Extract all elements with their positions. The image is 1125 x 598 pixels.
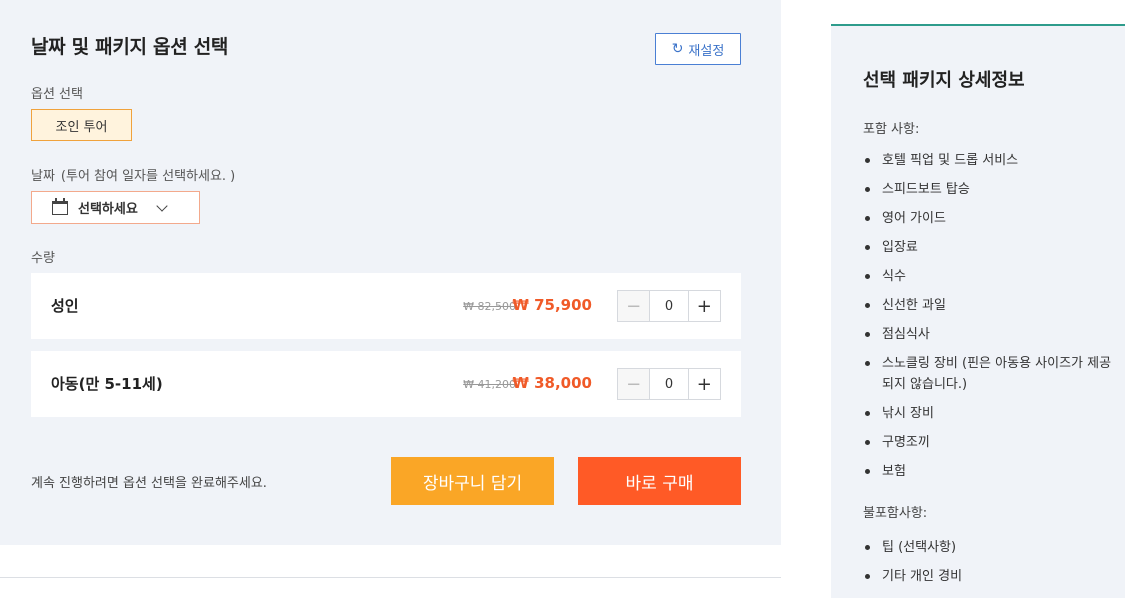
quantity-value[interactable]: 0 — [649, 369, 689, 399]
list-item: 식수 — [863, 266, 1113, 287]
list-item: 스피드보트 탑승 — [863, 179, 1113, 200]
booking-page: 날짜 및 패키지 옵션 선택 ↻ 재설정 옵션 선택 조인 투어 날짜 (투어 참… — [0, 0, 1125, 598]
excluded-list: 팁 (선택사항) 기타 개인 경비 — [863, 537, 1113, 595]
reset-button[interactable]: ↻ 재설정 — [655, 33, 741, 65]
panel-title: 날짜 및 패키지 옵션 선택 — [31, 36, 229, 58]
original-price: ₩ 82,500 — [463, 300, 516, 313]
included-list: 호텔 픽업 및 드롭 서비스 스피드보트 탑승 영어 가이드 입장료 식수 신선… — [863, 150, 1113, 490]
chevron-down-icon — [156, 199, 168, 212]
date-label: 날짜 (투어 참여 일자를 선택하세요. ) — [31, 165, 235, 184]
decrement-button[interactable]: − — [618, 369, 650, 399]
date-placeholder: 선택하세요 — [78, 202, 138, 217]
list-item: 구명조끼 — [863, 432, 1113, 453]
add-to-cart-button[interactable]: 장바구니 담기 — [391, 457, 554, 505]
original-price: ₩ 41,200 — [463, 378, 516, 391]
refresh-icon: ↻ — [671, 41, 684, 57]
quantity-stepper-child: − 0 + — [617, 368, 721, 400]
list-item: 신선한 과일 — [863, 295, 1113, 316]
increment-button[interactable]: + — [688, 291, 720, 321]
decrement-button[interactable]: − — [618, 291, 650, 321]
list-item: 스노클링 장비 (핀은 아동용 사이즈가 제공되지 않습니다.) — [863, 353, 1113, 395]
completion-notice: 계속 진행하려면 옵션 선택을 완료해주세요. — [31, 476, 267, 491]
quantity-row-adult: 성인 ₩ 82,500 ₩ 75,900 − 0 + — [31, 273, 741, 339]
section-divider — [0, 577, 781, 578]
package-detail-panel: 선택 패키지 상세정보 포함 사항: 호텔 픽업 및 드롭 서비스 스피드보트 … — [831, 24, 1125, 598]
list-item: 팁 (선택사항) — [863, 537, 1113, 558]
list-item: 점심식사 — [863, 324, 1113, 345]
list-item: 기타 개인 경비 — [863, 566, 1113, 587]
list-item: 입장료 — [863, 237, 1113, 258]
list-item: 호텔 픽업 및 드롭 서비스 — [863, 150, 1113, 171]
date-label-text: 날짜 — [31, 169, 55, 184]
reset-label: 재설정 — [688, 43, 725, 59]
list-item: 보험 — [863, 461, 1113, 482]
sale-price: ₩ 75,900 — [512, 296, 592, 314]
date-hint: (투어 참여 일자를 선택하세요. ) — [60, 169, 236, 184]
date-select[interactable]: 선택하세요 — [31, 191, 200, 224]
option-selection-panel: 날짜 및 패키지 옵션 선택 ↻ 재설정 옵션 선택 조인 투어 날짜 (투어 참… — [0, 0, 781, 545]
list-item: 영어 가이드 — [863, 208, 1113, 229]
buy-now-button[interactable]: 바로 구매 — [578, 457, 741, 505]
ticket-name: 성인 — [51, 297, 79, 315]
quantity-stepper-adult: − 0 + — [617, 290, 721, 322]
option-label: 옵션 선택 — [31, 87, 83, 102]
excluded-heading: 불포함사항: — [863, 506, 928, 521]
included-heading: 포함 사항: — [863, 122, 920, 137]
ticket-name: 아동(만 5-11세) — [51, 375, 163, 393]
list-item: 낚시 장비 — [863, 403, 1113, 424]
quantity-value[interactable]: 0 — [649, 291, 689, 321]
sale-price: ₩ 38,000 — [512, 374, 592, 392]
calendar-icon — [52, 197, 68, 215]
option-chip-join-tour[interactable]: 조인 투어 — [31, 109, 132, 141]
increment-button[interactable]: + — [688, 369, 720, 399]
quantity-row-child: 아동(만 5-11세) ₩ 41,200 ₩ 38,000 − 0 + — [31, 351, 741, 417]
detail-title: 선택 패키지 상세정보 — [863, 70, 1025, 91]
quantity-label: 수량 — [31, 251, 55, 266]
